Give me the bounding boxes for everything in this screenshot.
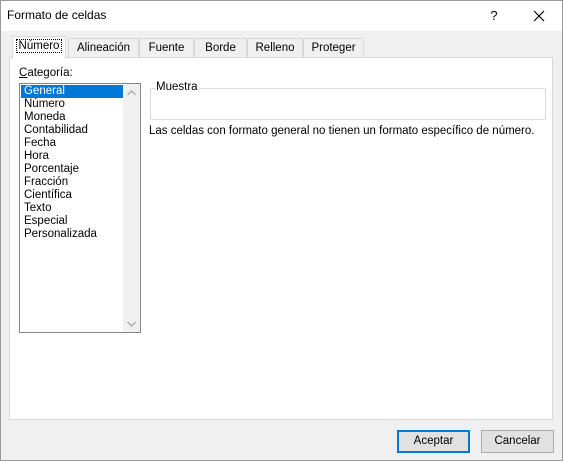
list-item-fraccion[interactable]: Fracción <box>21 176 123 189</box>
list-item-especial[interactable]: Especial <box>21 215 123 228</box>
scroll-down-button[interactable] <box>123 315 140 332</box>
tab-proteger[interactable]: Proteger <box>303 38 364 57</box>
title-bar: Formato de celdas ? <box>1 1 562 31</box>
accept-button[interactable]: Aceptar <box>397 430 470 453</box>
list-item-porcentaje[interactable]: Porcentaje <box>21 163 123 176</box>
tab-fuente[interactable]: Fuente <box>139 38 194 57</box>
cancel-button[interactable]: Cancelar <box>481 430 554 453</box>
list-item-personalizada[interactable]: Personalizada <box>21 228 123 241</box>
tab-borde[interactable]: Borde <box>194 38 247 57</box>
tab-panel-numero: Categoría: General Número Moneda Contabi… <box>9 57 553 420</box>
list-item-texto[interactable]: Texto <box>21 202 123 215</box>
help-button[interactable]: ? <box>475 1 513 31</box>
tab-numero[interactable]: Número <box>12 36 66 59</box>
list-item-contabilidad[interactable]: Contabilidad <box>21 124 123 137</box>
format-description: Las celdas con formato general no tienen… <box>149 125 535 137</box>
list-item-fecha[interactable]: Fecha <box>21 137 123 150</box>
chevron-down-icon <box>127 321 136 327</box>
list-item-general[interactable]: General <box>21 85 123 98</box>
tab-numero-label: Número <box>15 39 63 53</box>
scroll-up-button[interactable] <box>123 84 140 101</box>
sample-label: Muestra <box>155 81 199 93</box>
category-listbox[interactable]: General Número Moneda Contabilidad Fecha… <box>19 83 141 333</box>
close-button[interactable] <box>516 1 562 31</box>
tab-relleno[interactable]: Relleno <box>247 38 303 57</box>
category-list: General Número Moneda Contabilidad Fecha… <box>21 85 123 241</box>
list-item-moneda[interactable]: Moneda <box>21 111 123 124</box>
chevron-up-icon <box>127 89 136 96</box>
list-item-cientifica[interactable]: Científica <box>21 189 123 202</box>
category-scrollbar[interactable] <box>123 84 140 332</box>
tab-alineacion[interactable]: Alineación <box>68 38 139 57</box>
format-cells-dialog: Formato de celdas ? Número Alineación Fu… <box>0 0 563 461</box>
list-item-numero[interactable]: Número <box>21 98 123 111</box>
list-item-hora[interactable]: Hora <box>21 150 123 163</box>
sample-groupbox: Muestra <box>150 81 546 120</box>
category-label: Categoría: <box>19 67 73 79</box>
window-title: Formato de celdas <box>7 8 107 22</box>
close-icon <box>533 10 545 22</box>
category-label-text: ategoría: <box>27 67 73 79</box>
